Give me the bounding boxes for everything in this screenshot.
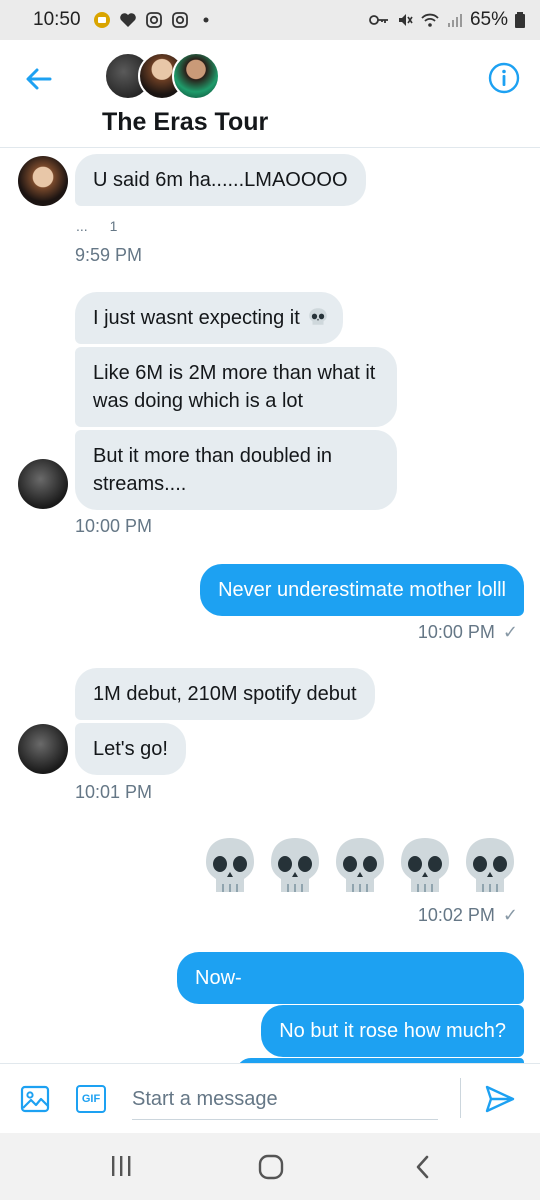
send-icon[interactable]: [484, 1084, 516, 1114]
skull-emoji-icon: [271, 838, 319, 892]
emoji-message[interactable]: [202, 836, 518, 896]
message-bubble[interactable]: U said 6m ha......LMAOOOO: [75, 154, 366, 206]
home-icon[interactable]: [257, 1153, 285, 1181]
message-text: I just wasnt expecting it: [93, 307, 300, 329]
message-bubble[interactable]: No but it rose how much?: [261, 1005, 524, 1057]
battery-percent: 65%: [469, 9, 508, 30]
conversation-title[interactable]: The Eras Tour: [102, 108, 268, 137]
message-composer: GIF: [0, 1063, 540, 1133]
gif-label: GIF: [81, 1093, 101, 1105]
message-bubble[interactable]: Let's go!: [75, 723, 186, 775]
sent-check-icon: ✓: [502, 905, 518, 925]
dot-icon: [203, 17, 209, 23]
recent-apps-icon[interactable]: [108, 1153, 134, 1179]
group-avatars[interactable]: [104, 52, 220, 102]
instagram-icon: [171, 12, 188, 28]
message-timestamp: 10:02 PM ✓: [418, 905, 518, 926]
avatar: [172, 52, 220, 100]
info-icon[interactable]: [488, 62, 520, 94]
sent-check-icon: ✓: [502, 622, 518, 642]
sender-avatar[interactable]: [18, 459, 68, 509]
message-timestamp: 9:59 PM: [75, 245, 143, 265]
message-timestamp: 10:00 PM ✓: [418, 622, 518, 643]
back-nav-icon[interactable]: [410, 1153, 436, 1181]
message-timestamp: 10:00 PM: [75, 516, 153, 536]
gif-button[interactable]: GIF: [76, 1085, 106, 1113]
status-time: 10:50: [33, 9, 81, 30]
composer-divider: [460, 1078, 461, 1118]
skull-emoji-icon: [466, 838, 514, 892]
conversation-header: The Eras Tour: [0, 40, 540, 148]
skull-emoji-icon: [336, 838, 384, 892]
skull-emoji-icon: [401, 838, 449, 892]
message-bubble[interactable]: I just wasnt expecting it: [75, 292, 344, 344]
notification-app-icon: [93, 12, 110, 28]
reaction-indicator[interactable]: ... 1: [76, 218, 117, 234]
message-bubble[interactable]: Never underestimate mother lolll: [200, 564, 524, 616]
battery-icon: [515, 12, 525, 28]
image-icon[interactable]: [20, 1084, 50, 1114]
sender-avatar[interactable]: [18, 724, 68, 774]
message-input[interactable]: [132, 1080, 438, 1120]
timestamp-text: 10:02 PM: [417, 905, 495, 925]
heart-icon: [119, 13, 136, 27]
system-nav-bar: [0, 1133, 540, 1200]
key-icon: [369, 15, 388, 25]
reaction-count: 1: [109, 218, 118, 234]
timestamp-text: 10:00 PM: [417, 622, 495, 642]
skull-emoji-icon: [309, 308, 328, 325]
message-bubble[interactable]: Like 6M is 2M more than what it was doin…: [75, 347, 397, 427]
instagram-icon: [145, 12, 162, 28]
wifi-icon: [421, 13, 439, 27]
mute-icon: [398, 14, 413, 26]
status-bar: 10:50 65%: [0, 0, 540, 40]
reaction-dots: ...: [76, 218, 88, 234]
back-arrow-icon[interactable]: [22, 62, 56, 96]
message-bubble[interactable]: Now-: [177, 952, 524, 1004]
message-bubble[interactable]: 1M debut, 210M spotify debut: [75, 668, 375, 720]
signal-icon: [447, 14, 462, 27]
message-bubble[interactable]: But it more than doubled in streams....: [75, 430, 397, 510]
sender-avatar[interactable]: [18, 156, 68, 206]
message-timestamp: 10:01 PM: [75, 782, 153, 802]
skull-emoji-icon: [206, 838, 254, 892]
